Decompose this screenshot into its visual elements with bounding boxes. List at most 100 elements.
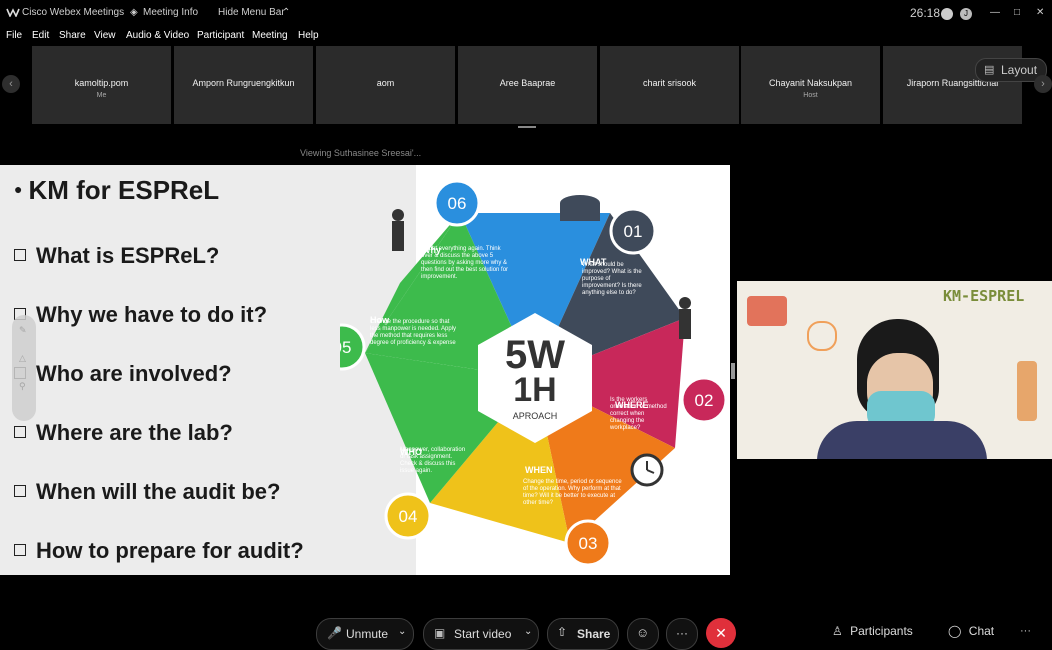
svg-text:02: 02 <box>695 391 714 410</box>
speaker-video[interactable]: KM-ESPREL <box>737 281 1052 459</box>
slide-question: When will the audit be? <box>14 479 280 505</box>
segment-text: Change the time, period or sequence of t… <box>523 479 622 506</box>
menu-bar: File Edit Share View Audio & Video Parti… <box>0 28 1052 46</box>
svg-text:05: 05 <box>340 338 351 357</box>
participant-tile[interactable]: charit srisook <box>600 46 739 124</box>
number-badge: 01 <box>609 207 657 255</box>
slide-question: Where are the lab? <box>14 420 233 446</box>
chevron-down-icon[interactable]: ⌄ <box>524 626 532 637</box>
slide-title: ● KM for ESPReL <box>14 175 220 205</box>
number-badge: 04 <box>384 492 432 540</box>
unmute-button[interactable]: 🎤 Unmute ⌄ <box>316 618 414 650</box>
shared-slide: ● KM for ESPReL What is ESPReL? Why we ha… <box>0 165 730 575</box>
strip-prev-button[interactable]: ‹ <box>2 75 20 93</box>
participant-name: Amporn Rungruengkitkun <box>192 78 295 88</box>
chat-button[interactable]: ◯ Chat <box>948 624 994 638</box>
atom-icon <box>807 321 837 351</box>
annotation-toolbar[interactable]: ✎ △ ⚲ <box>12 315 36 421</box>
center-1h: 1H <box>513 371 556 409</box>
menu-audio-video[interactable]: Audio & Video <box>126 30 189 41</box>
pointer-icon[interactable]: △ <box>19 353 26 364</box>
more-panels-button[interactable]: ··· <box>1020 625 1031 637</box>
status-icon[interactable] <box>941 8 953 20</box>
title-bar: Cisco Webex Meetings ◈ Meeting Info Hide… <box>0 0 1052 28</box>
smiley-icon: ☺ <box>636 625 650 640</box>
zoom-icon[interactable]: ⚲ <box>19 381 26 392</box>
participant-tile[interactable]: Chayanit Naksukpan Host <box>741 46 880 124</box>
start-video-label: Start video <box>454 627 512 641</box>
participant-tile[interactable]: kamoltip.pom Me <box>32 46 171 124</box>
hide-menu-bar-button[interactable]: Hide Menu Bar <box>218 7 285 18</box>
speaker-shirt <box>817 421 987 459</box>
slide-question: What is ESPReL? <box>14 243 219 269</box>
menu-share[interactable]: Share <box>59 30 86 41</box>
participant-name: aom <box>376 78 395 88</box>
participants-button[interactable]: ♙ Participants <box>832 624 913 638</box>
slide-question: Why we have to do it? <box>14 302 267 328</box>
minimize-icon[interactable]: — <box>990 7 1000 18</box>
close-window-icon[interactable]: ✕ <box>1036 7 1044 18</box>
video-banner: KM-ESPREL <box>943 287 1025 305</box>
svg-text:04: 04 <box>399 507 418 526</box>
segment-text: What should be improved? What is the pur… <box>582 262 642 296</box>
participant-name: Aree Baaprae <box>499 78 556 88</box>
database-icon <box>560 195 600 221</box>
participant-name: charit srisook <box>642 78 696 88</box>
segment-text: Is the workers orientation or method cor… <box>610 397 667 431</box>
chat-bubble-icon: ◯ <box>948 624 962 638</box>
decor-shape <box>747 296 787 326</box>
leave-meeting-button[interactable]: ✕ <box>706 618 736 648</box>
chevron-down-icon[interactable]: ⌄ <box>398 626 406 637</box>
number-badge: 06 <box>433 179 481 227</box>
share-icon: ⇧ <box>557 625 568 639</box>
person-icon <box>679 297 691 339</box>
strip-resize-handle[interactable] <box>518 126 536 128</box>
segment-text: Manpower, collaboration or task assignme… <box>400 447 466 474</box>
slide-question: Who are involved? <box>14 361 232 387</box>
share-button[interactable]: ⇧ Share <box>547 618 619 650</box>
viewing-label: Viewing Suthasinee Sreesai'... <box>300 148 422 158</box>
number-badge: 02 <box>680 376 728 424</box>
svg-text:03: 03 <box>579 534 598 553</box>
chevron-up-icon[interactable]: ⌃ <box>282 7 290 18</box>
splitter-handle[interactable] <box>731 363 735 379</box>
menu-edit[interactable]: Edit <box>32 30 49 41</box>
webex-logo-icon <box>6 7 20 20</box>
annotate-icon[interactable]: ✎ <box>19 325 27 336</box>
menu-help[interactable]: Help <box>298 30 319 41</box>
avatar[interactable]: J <box>960 8 972 20</box>
more-icon: ··· <box>676 626 688 640</box>
meeting-timer: 26:18 <box>910 6 941 20</box>
reactions-button[interactable]: ☺ <box>627 618 659 650</box>
clock-icon <box>630 453 664 487</box>
segment-text: Doubt everything again. Think over & dis… <box>421 246 509 280</box>
camera-off-icon: ▣ <box>434 626 446 640</box>
segment-head: WHEN <box>525 465 553 475</box>
participant-name: kamoltip.pom <box>74 78 129 88</box>
person-icon <box>392 209 404 251</box>
participant-role: Me <box>96 92 107 99</box>
participant-tile[interactable]: Aree Baaprae <box>458 46 597 124</box>
segment-text: Change the procedure so that less manpow… <box>370 319 457 346</box>
app-title: Cisco Webex Meetings <box>22 7 125 18</box>
svg-text:01: 01 <box>624 222 643 241</box>
person-icon: ♙ <box>832 624 843 638</box>
menu-participant[interactable]: Participant <box>197 30 244 41</box>
more-options-button[interactable]: ··· <box>666 618 698 650</box>
meeting-info-button[interactable]: Meeting Info <box>143 7 198 18</box>
svg-text:06: 06 <box>448 194 467 213</box>
participant-tile[interactable]: aom <box>316 46 455 124</box>
start-video-button[interactable]: ▣ Start video ⌄ <box>423 618 539 650</box>
participant-name: Chayanit Naksukpan <box>768 78 853 88</box>
strip-next-button[interactable]: › <box>1034 75 1052 93</box>
layout-icon: ▤ <box>984 64 995 76</box>
participant-tile[interactable]: Amporn Rungruengkitkun <box>174 46 313 124</box>
microphone-muted-icon: 🎤 <box>327 626 342 640</box>
maximize-icon[interactable]: □ <box>1014 7 1020 18</box>
menu-view[interactable]: View <box>94 30 116 41</box>
close-icon: ✕ <box>715 625 727 641</box>
center-approach: APROACH <box>513 411 558 421</box>
menu-file[interactable]: File <box>6 30 22 41</box>
menu-meeting[interactable]: Meeting <box>252 30 288 41</box>
unmute-label: Unmute <box>346 627 389 641</box>
